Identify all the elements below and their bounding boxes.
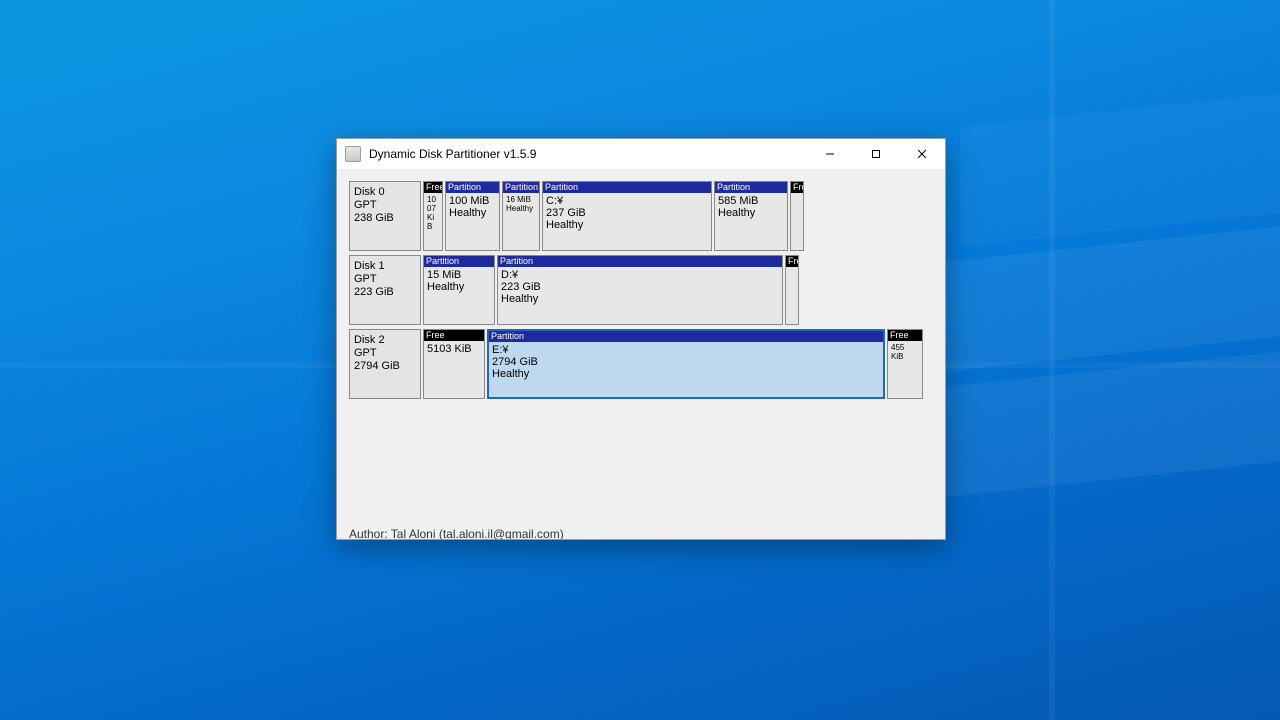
disk-label-size: 223 GiB <box>354 286 416 299</box>
segment-header: Fre <box>786 256 798 267</box>
segment-header: Free <box>424 330 484 341</box>
partition-segment[interactable]: Partition585 MiBHealthy <box>714 181 788 251</box>
minimize-button[interactable] <box>807 139 853 169</box>
partition-segment[interactable]: Partition100 MiBHealthy <box>445 181 500 251</box>
desktop-light-beam <box>930 227 1280 374</box>
segment-header: Partition <box>503 182 539 193</box>
client-area: Disk 0GPT238 GiBFree1007KiBPartition100 … <box>337 169 945 539</box>
segment-line: 455 <box>891 343 919 352</box>
disk-label-name: Disk 2 <box>354 334 416 347</box>
segment-line: E:¥ <box>492 344 880 356</box>
segment-body <box>786 267 798 271</box>
segment-header: Fre <box>791 182 803 193</box>
desktop-light-beam <box>930 352 1280 499</box>
close-button[interactable] <box>899 139 945 169</box>
segment-header: Partition <box>498 256 782 267</box>
segment-line: Healthy <box>718 207 784 219</box>
segment-line: Healthy <box>506 204 536 213</box>
app-icon <box>345 146 361 162</box>
segment-body: 100 MiBHealthy <box>446 193 499 221</box>
segment-line: Healthy <box>546 219 708 231</box>
partition-segment[interactable]: PartitionE:¥2794 GiBHealthy <box>487 329 885 399</box>
segment-body: 16 MiBHealthy <box>503 193 539 215</box>
segment-line: Ki <box>427 213 439 222</box>
disk-segments: Partition15 MiBHealthyPartitionD:¥223 Gi… <box>423 255 933 325</box>
segment-line: 15 MiB <box>427 269 491 281</box>
segment-header: Partition <box>489 331 883 342</box>
segment-header: Partition <box>543 182 711 193</box>
disk-segments: Free1007KiBPartition100 MiBHealthyPartit… <box>423 181 933 251</box>
disk-label[interactable]: Disk 2GPT2794 GiB <box>349 329 421 399</box>
partition-segment[interactable]: Partition15 MiBHealthy <box>423 255 495 325</box>
disk-label[interactable]: Disk 0GPT238 GiB <box>349 181 421 251</box>
segment-header: Free <box>888 330 922 341</box>
segment-line: 2794 GiB <box>492 356 880 368</box>
disk-row: Disk 0GPT238 GiBFree1007KiBPartition100 … <box>349 181 933 251</box>
segment-line: 5103 KiB <box>427 343 481 355</box>
disk-label-scheme: GPT <box>354 347 416 360</box>
segment-line: B <box>427 222 439 231</box>
segment-body: 585 MiBHealthy <box>715 193 787 221</box>
disk-label-scheme: GPT <box>354 273 416 286</box>
free-space-segment[interactable]: Free455KiB <box>887 329 923 399</box>
titlebar[interactable]: Dynamic Disk Partitioner v1.5.9 <box>337 139 945 169</box>
free-space-segment[interactable]: Free 5103 KiB <box>423 329 485 399</box>
partition-segment[interactable]: PartitionC:¥237 GiBHealthy <box>542 181 712 251</box>
segment-body: E:¥2794 GiBHealthy <box>489 342 883 382</box>
segment-body: 455KiB <box>888 341 922 363</box>
segment-header: Partition <box>424 256 494 267</box>
app-window: Dynamic Disk Partitioner v1.5.9 Disk 0GP… <box>336 138 946 540</box>
segment-line: 585 MiB <box>718 195 784 207</box>
partition-segment[interactable]: PartitionD:¥223 GiBHealthy <box>497 255 783 325</box>
free-space-segment[interactable]: Fre <box>785 255 799 325</box>
segment-line: 223 GiB <box>501 281 779 293</box>
segment-line: 237 GiB <box>546 207 708 219</box>
segment-line: Healthy <box>427 281 491 293</box>
segment-header: Partition <box>715 182 787 193</box>
disk-label[interactable]: Disk 1GPT223 GiB <box>349 255 421 325</box>
segment-line: 16 MiB <box>506 195 536 204</box>
free-space-segment[interactable]: Free1007KiB <box>423 181 443 251</box>
segment-body <box>791 193 803 197</box>
segment-header: Partition <box>446 182 499 193</box>
disk-segments: Free5103 KiBPartitionE:¥2794 GiBHealthyF… <box>423 329 933 399</box>
maximize-button[interactable] <box>853 139 899 169</box>
segment-line: Healthy <box>501 293 779 305</box>
segment-line: D:¥ <box>501 269 779 281</box>
disk-label-size: 238 GiB <box>354 212 416 225</box>
segment-body: 1007KiB <box>424 193 442 233</box>
segment-line: KiB <box>891 352 919 361</box>
free-space-segment[interactable]: Fre <box>790 181 804 251</box>
desktop-light-beam <box>1049 0 1055 720</box>
author-footer: Author: Tal Aloni (tal.aloni.il@gmail.co… <box>349 527 564 539</box>
segment-line: C:¥ <box>546 195 708 207</box>
disk-label-name: Disk 1 <box>354 260 416 273</box>
segment-body: C:¥237 GiBHealthy <box>543 193 711 233</box>
disk-row: Disk 2GPT2794 GiBFree5103 KiBPartitionE:… <box>349 329 933 399</box>
segment-header: Free <box>424 182 442 193</box>
disk-label-scheme: GPT <box>354 199 416 212</box>
segment-body: 5103 KiB <box>424 341 484 357</box>
disk-row: Disk 1GPT223 GiBPartition15 MiBHealthyPa… <box>349 255 933 325</box>
desktop-light-beam <box>960 93 1280 247</box>
segment-line: 100 MiB <box>449 195 496 207</box>
segment-line: 07 <box>427 204 439 213</box>
segment-body: 15 MiBHealthy <box>424 267 494 295</box>
segment-line: 10 <box>427 195 439 204</box>
segment-line: Healthy <box>449 207 496 219</box>
partition-segment[interactable]: Partition16 MiBHealthy <box>502 181 540 251</box>
window-title: Dynamic Disk Partitioner v1.5.9 <box>369 147 807 161</box>
segment-line: Healthy <box>492 368 880 380</box>
disk-label-name: Disk 0 <box>354 186 416 199</box>
segment-body: D:¥223 GiBHealthy <box>498 267 782 307</box>
disk-label-size: 2794 GiB <box>354 360 416 373</box>
